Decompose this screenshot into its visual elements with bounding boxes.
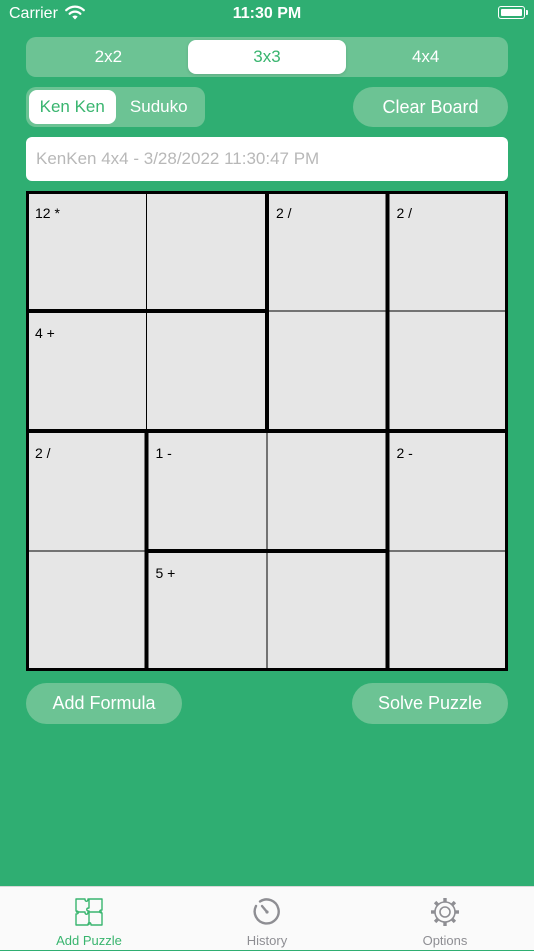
status-time: 11:30 PM <box>232 5 302 22</box>
puzzle-title-input[interactable]: KenKen 4x4 - 3/28/2022 11:30:47 PM <box>26 137 508 181</box>
size-option-3x3[interactable]: 3x3 <box>187 40 347 74</box>
type-option-kenken[interactable]: Ken Ken <box>29 90 116 124</box>
gear-icon <box>431 898 459 926</box>
puzzle-type-segmented-control: Ken Ken Suduko <box>26 87 205 127</box>
board-grid <box>26 191 508 671</box>
tab-add-puzzle[interactable]: Add Puzzle <box>0 887 178 951</box>
type-option-suduko[interactable]: Suduko <box>116 90 203 124</box>
tab-bar: Add Puzzle History Options <box>0 886 534 950</box>
clear-board-button[interactable]: Clear Board <box>353 87 508 127</box>
battery-icon <box>498 6 528 19</box>
tab-history[interactable]: History <box>178 887 356 951</box>
solve-puzzle-button[interactable]: Solve Puzzle <box>352 683 508 724</box>
kenken-board: 12 * 2 /2 /4 +2 /1 -2 -5 + <box>26 191 508 671</box>
status-bar: Carrier 11:30 PM <box>0 0 534 30</box>
tab-label-add-puzzle: Add Puzzle <box>56 933 122 948</box>
size-option-4x4[interactable]: 4x4 <box>346 40 505 74</box>
size-option-2x2[interactable]: 2x2 <box>29 40 188 74</box>
add-formula-button[interactable]: Add Formula <box>26 683 182 724</box>
tab-options[interactable]: Options <box>356 887 534 951</box>
history-icon <box>253 898 280 925</box>
tab-label-history: History <box>246 933 288 948</box>
size-segmented-control: 2x2 3x3 4x4 <box>26 37 508 77</box>
tab-label-options: Options <box>422 933 468 948</box>
puzzle-icon <box>75 898 103 926</box>
